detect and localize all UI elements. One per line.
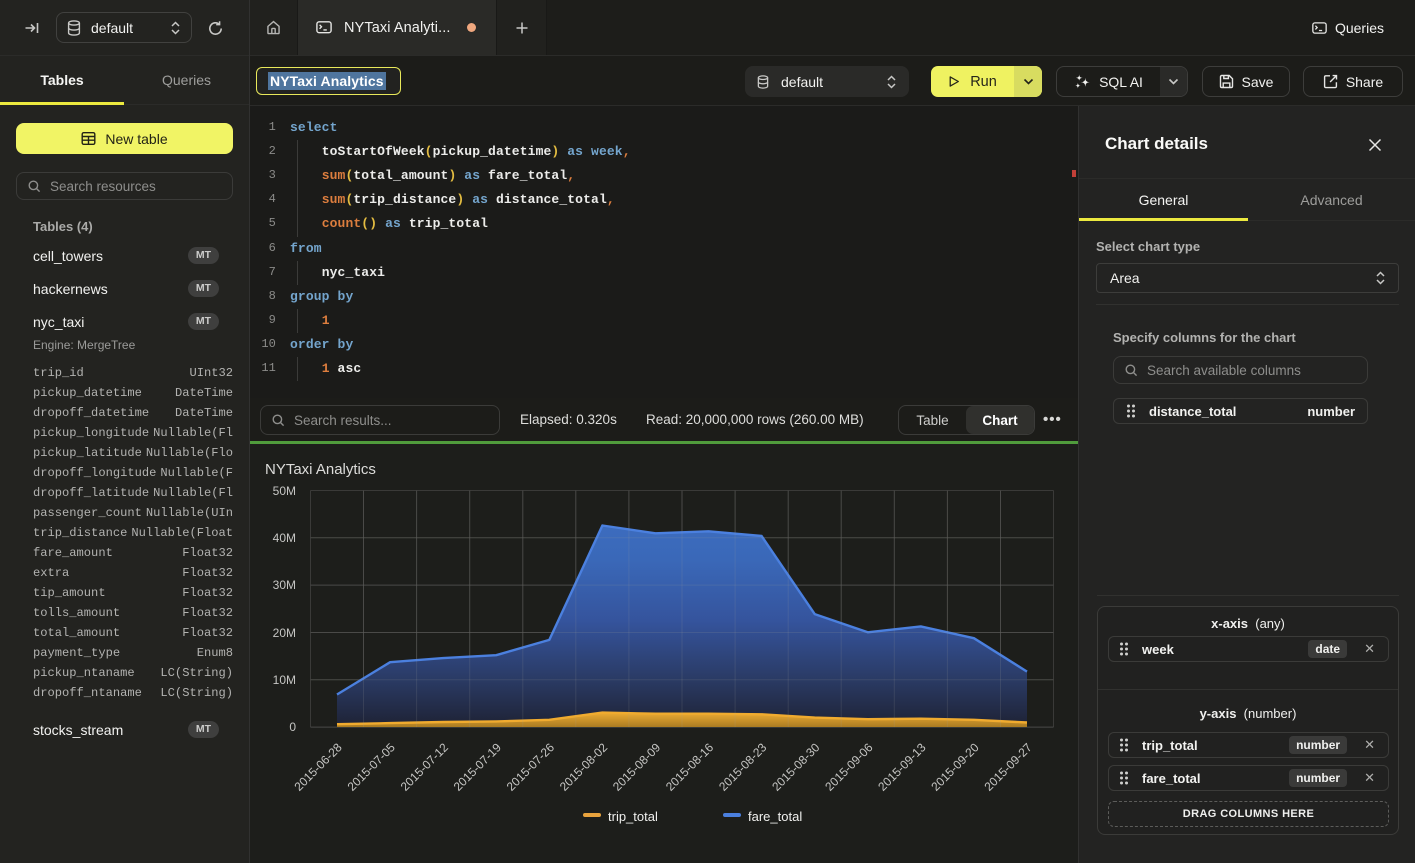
svg-text:2015-09-06: 2015-09-06 — [822, 740, 876, 794]
svg-text:2015-09-13: 2015-09-13 — [875, 740, 929, 794]
svg-text:2015-08-02: 2015-08-02 — [557, 740, 611, 794]
svg-text:fare_total: fare_total — [748, 809, 802, 824]
svg-text:30M: 30M — [273, 578, 296, 592]
svg-text:40M: 40M — [273, 531, 296, 545]
svg-text:0: 0 — [289, 720, 296, 734]
svg-text:2015-09-20: 2015-09-20 — [928, 740, 982, 794]
svg-text:2015-08-23: 2015-08-23 — [716, 740, 770, 794]
svg-text:50M: 50M — [273, 484, 296, 498]
svg-text:2015-07-19: 2015-07-19 — [451, 740, 505, 794]
svg-text:2015-08-09: 2015-08-09 — [610, 740, 664, 794]
svg-text:20M: 20M — [273, 626, 296, 640]
svg-text:2015-08-30: 2015-08-30 — [769, 740, 823, 794]
svg-text:2015-09-27: 2015-09-27 — [981, 740, 1035, 794]
svg-text:2015-07-26: 2015-07-26 — [504, 740, 558, 794]
svg-text:2015-07-12: 2015-07-12 — [398, 740, 452, 794]
svg-text:2015-08-16: 2015-08-16 — [663, 740, 717, 794]
svg-text:10M: 10M — [273, 673, 296, 687]
svg-text:NYTaxi Analytics: NYTaxi Analytics — [265, 461, 376, 478]
svg-text:2015-06-28: 2015-06-28 — [291, 740, 345, 794]
svg-text:2015-07-05: 2015-07-05 — [345, 740, 399, 794]
svg-text:trip_total: trip_total — [608, 809, 658, 824]
